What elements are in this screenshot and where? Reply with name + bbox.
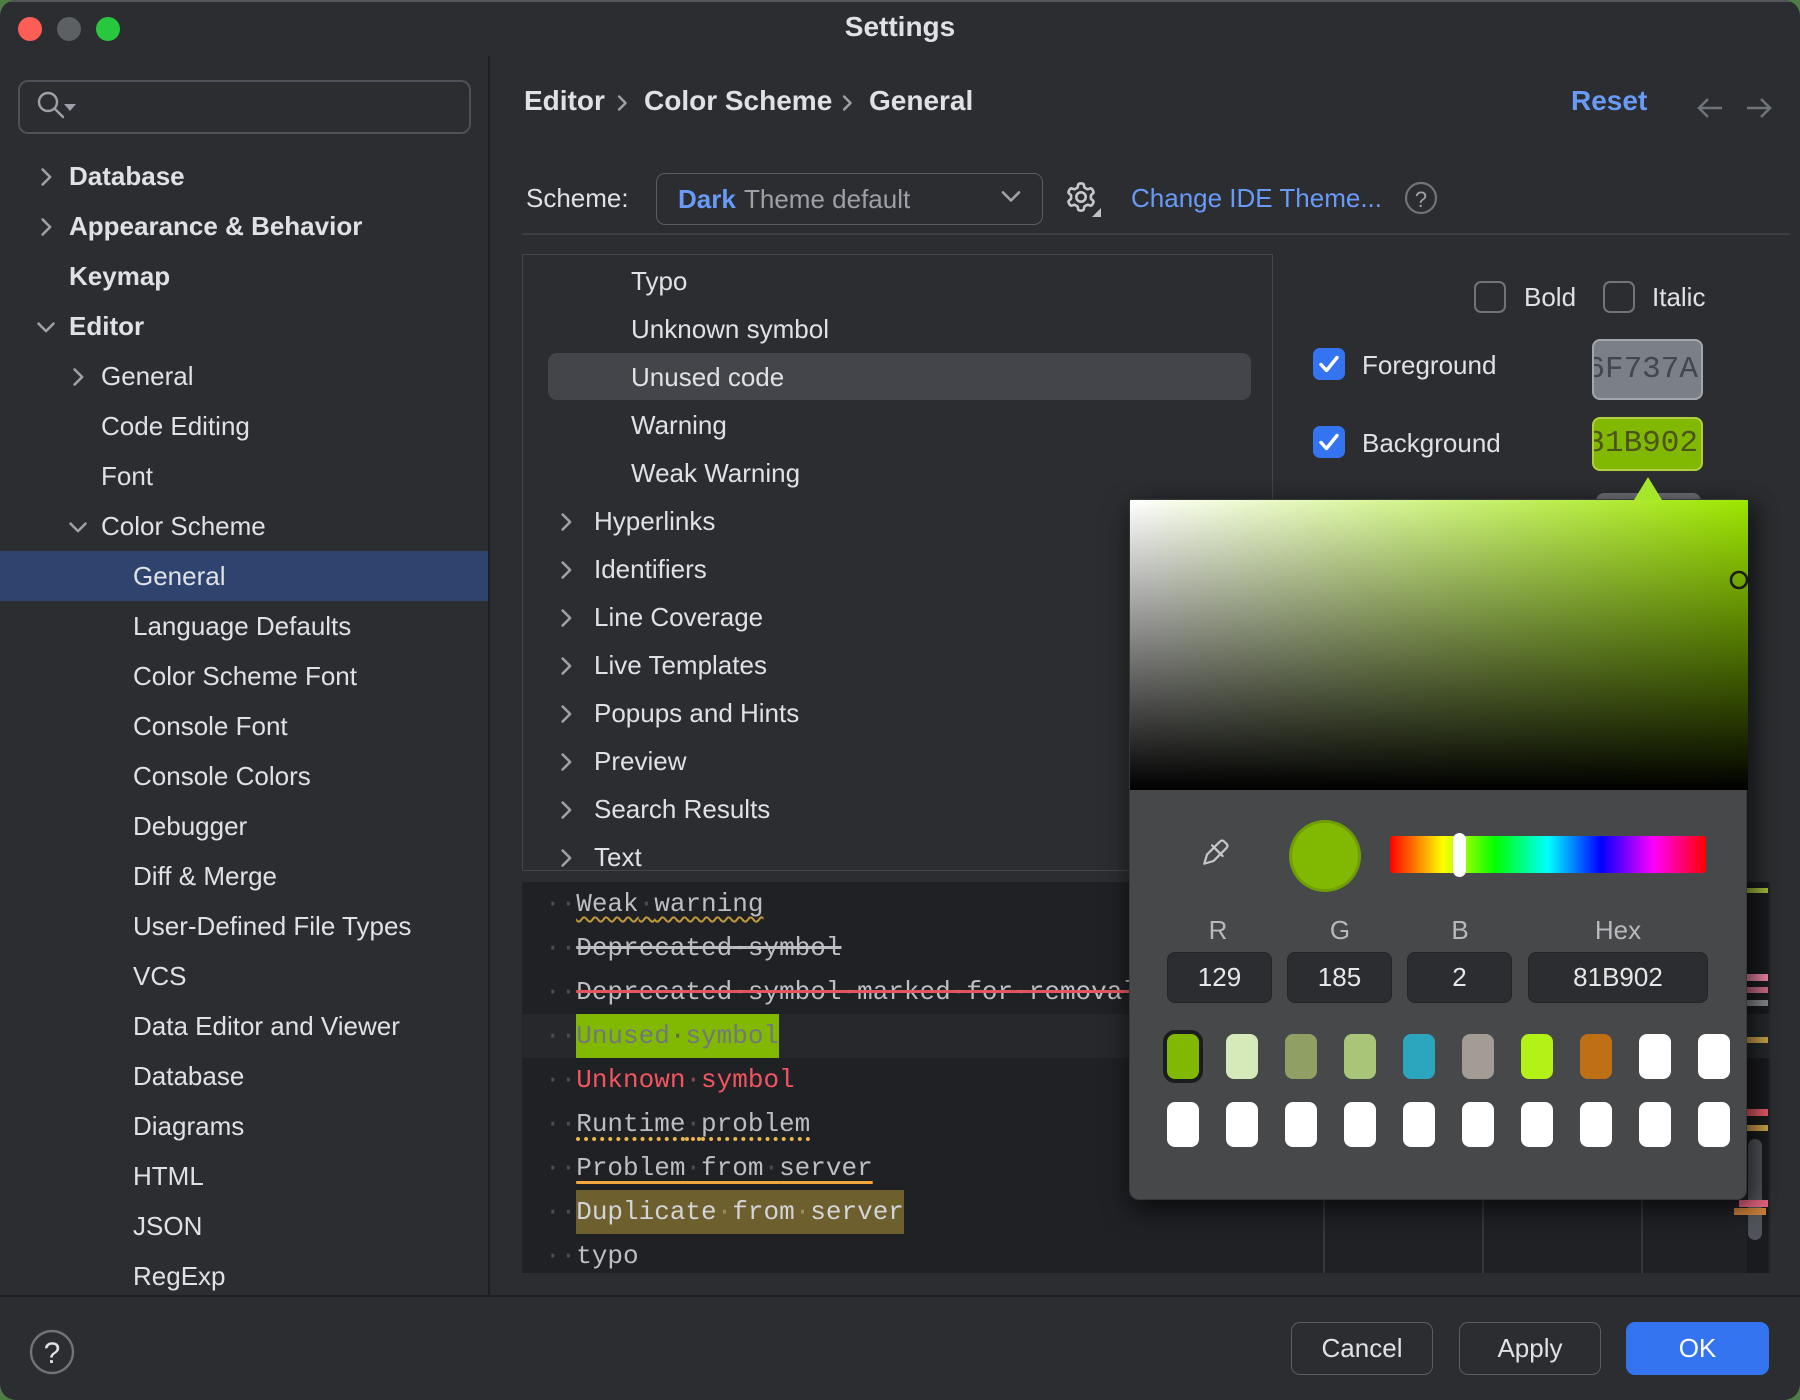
svg-text:?: ?	[44, 1337, 61, 1370]
svg-text:?: ?	[1415, 187, 1427, 212]
